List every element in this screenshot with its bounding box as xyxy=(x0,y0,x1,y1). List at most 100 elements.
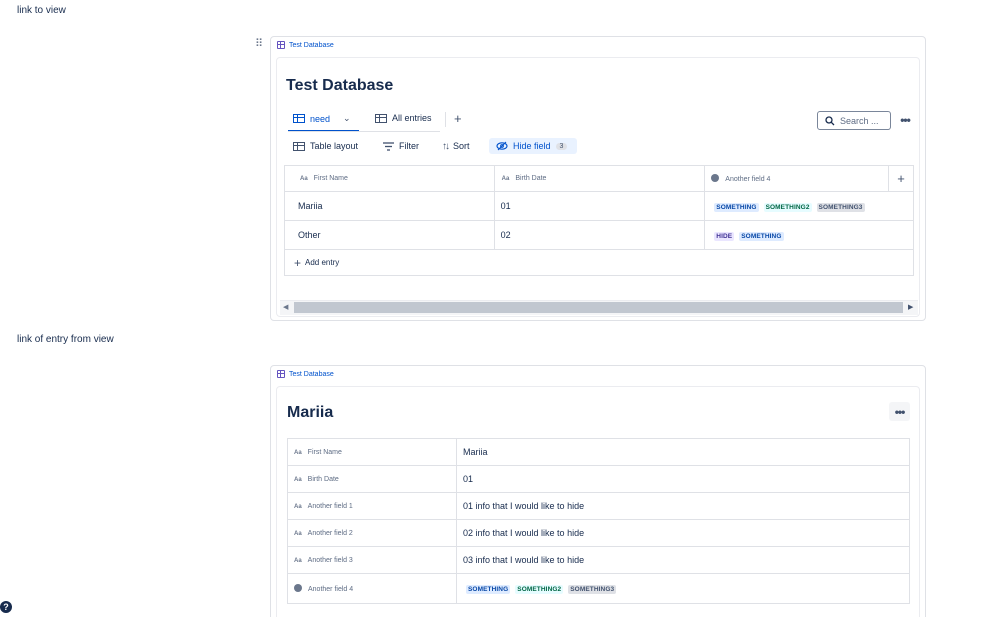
entry-field-row: Aa Another field 3 03 info that I would l… xyxy=(287,546,910,574)
field-value-another-field-2[interactable]: 02 info that I would like to hide xyxy=(456,519,910,547)
tab-all-entries[interactable]: All entries xyxy=(375,113,432,123)
field-value-another-field-4[interactable]: SOMETHING SOMETHING2 SOMETHING3 xyxy=(456,573,910,604)
tab-need-label: need xyxy=(310,113,331,124)
field-value-first-name[interactable]: Mariia xyxy=(456,438,910,466)
help-icon[interactable]: ? xyxy=(0,601,12,613)
cell-first-name[interactable]: Mariia xyxy=(284,191,495,221)
view-title: Test Database xyxy=(286,77,394,94)
field-value-birth-date[interactable]: 01 xyxy=(456,465,910,493)
database-table: Aa First Name Aa Birth Date Another field … xyxy=(284,165,914,276)
tab-need[interactable]: need ⌄ xyxy=(293,113,351,124)
field-label-another-field-2: Aa Another field 2 xyxy=(287,519,457,547)
table-icon xyxy=(375,113,387,123)
entry-field-row: Aa Birth Date 01 xyxy=(287,465,910,493)
field-label-text: Another field 4 xyxy=(308,586,354,593)
column-label: Birth Date xyxy=(515,175,547,182)
plus-icon: + xyxy=(294,255,302,270)
tag-chip: SOMETHING3 xyxy=(816,202,865,212)
hide-field-button[interactable]: Hide field 3 xyxy=(489,138,577,154)
entry-field-row: Aa First Name Mariia xyxy=(287,438,910,466)
tag-chip: SOMETHING2 xyxy=(515,585,564,594)
sort-icon: ↑↓ xyxy=(442,140,450,152)
column-header-first-name[interactable]: Aa First Name xyxy=(284,165,495,192)
search-input[interactable]: Search ... xyxy=(817,111,891,130)
add-entry-row: + Add entry xyxy=(284,249,914,276)
text-field-icon: Aa xyxy=(501,176,510,182)
database-link-label: Test Database xyxy=(289,370,334,378)
field-label-another-field-1: Aa Another field 1 xyxy=(287,492,457,520)
tag-chip: SOMETHING xyxy=(466,585,511,594)
field-label-first-name: Aa First Name xyxy=(287,438,457,466)
field-label-another-field-4: Another field 4 xyxy=(287,573,457,604)
table-layout-button[interactable]: Table layout xyxy=(293,139,358,153)
field-label-text: Another field 3 xyxy=(307,556,353,564)
table-row[interactable]: Other 02 HIDE SOMETHING xyxy=(284,220,914,250)
entry-field-row: Another field 4 SOMETHING SOMETHING2 SOMET… xyxy=(287,573,910,604)
add-entry-button[interactable]: + Add entry xyxy=(294,256,913,270)
eye-off-icon xyxy=(496,141,508,151)
text-field-icon: Aa xyxy=(300,176,308,182)
text-field-icon: Aa xyxy=(294,557,302,564)
field-label-text: Another field 2 xyxy=(307,529,353,537)
field-value-another-field-3[interactable]: 03 info that I would like to hide xyxy=(456,546,910,574)
tag-chip: HIDE xyxy=(714,231,735,241)
entry-field-row: Aa Another field 1 01 info that I would l… xyxy=(287,492,910,520)
search-placeholder: Search ... xyxy=(840,115,879,126)
add-view-button[interactable]: + xyxy=(454,111,462,126)
filter-icon xyxy=(383,141,394,151)
entry-title: Mariia xyxy=(287,404,334,421)
hide-field-label: Hide field xyxy=(513,141,551,151)
sort-label: Sort xyxy=(453,141,470,151)
note-link-to-view: link to view xyxy=(17,5,66,16)
cell-birth-date[interactable]: 02 xyxy=(493,220,706,250)
tag-chip: SOMETHING3 xyxy=(568,585,617,594)
search-icon xyxy=(825,115,835,125)
field-label-text: Another field 1 xyxy=(307,502,353,510)
entry-field-row: Aa Another field 2 02 info that I would l… xyxy=(287,519,910,547)
note-link-of-entry: link of entry from view xyxy=(17,334,114,345)
scroll-right-icon[interactable]: ▶ xyxy=(908,303,913,311)
field-label-text: First Name xyxy=(307,448,342,456)
text-field-icon: Aa xyxy=(294,503,302,510)
field-label-another-field-3: Aa Another field 3 xyxy=(287,546,457,574)
scrollbar-thumb[interactable] xyxy=(294,302,903,313)
field-label-birth-date: Aa Birth Date xyxy=(287,465,457,493)
database-icon xyxy=(277,370,285,378)
drag-handle-icon[interactable]: ⠿ xyxy=(255,37,263,50)
scroll-left-icon[interactable]: ◀ xyxy=(283,303,288,311)
entry-fields-table: Aa First Name Mariia Aa Birth Date 01 Aa An… xyxy=(287,438,910,604)
column-header-another-field-4[interactable]: Another field 4 xyxy=(704,165,890,192)
text-field-icon: Aa xyxy=(294,476,302,483)
tag-chip: SOMETHING xyxy=(714,202,759,212)
select-field-icon xyxy=(711,174,720,182)
field-value-another-field-1[interactable]: 01 info that I would like to hide xyxy=(456,492,910,520)
view-more-button[interactable]: ••• xyxy=(895,112,915,128)
tag-chip: SOMETHING xyxy=(739,231,784,241)
table-layout-label: Table layout xyxy=(310,141,359,151)
add-column-button[interactable]: + xyxy=(888,165,914,192)
text-field-icon: Aa xyxy=(294,530,302,537)
database-link-bottom[interactable]: Test Database xyxy=(277,370,334,378)
cell-first-name[interactable]: Other xyxy=(284,220,495,250)
field-label-text: Birth Date xyxy=(307,475,339,483)
cell-birth-date[interactable]: 01 xyxy=(493,191,706,221)
database-link-label: Test Database xyxy=(289,41,334,49)
chevron-down-icon[interactable]: ⌄ xyxy=(343,113,351,124)
table-row[interactable]: Mariia 01 SOMETHING SOMETHING2 SOMETHING3 xyxy=(284,191,914,221)
table-layout-icon xyxy=(293,141,305,151)
column-label: First Name xyxy=(313,175,348,182)
filter-label: Filter xyxy=(399,141,419,151)
cell-another-field-4[interactable]: SOMETHING SOMETHING2 SOMETHING3 xyxy=(704,191,914,221)
table-view-icon xyxy=(293,114,305,123)
database-link-top[interactable]: Test Database xyxy=(277,41,334,49)
tag-chip: SOMETHING2 xyxy=(763,202,812,212)
select-field-icon xyxy=(294,584,302,592)
column-header-birth-date[interactable]: Aa Birth Date xyxy=(493,165,706,192)
tab-all-entries-label: All entries xyxy=(392,113,432,123)
entry-more-button[interactable]: ••• xyxy=(889,402,910,421)
text-field-icon: Aa xyxy=(294,449,302,456)
hidden-count-badge: 3 xyxy=(555,142,568,150)
filter-button[interactable]: Filter xyxy=(383,139,419,153)
cell-another-field-4[interactable]: HIDE SOMETHING xyxy=(704,220,914,250)
sort-button[interactable]: ↑↓ Sort xyxy=(442,139,470,153)
